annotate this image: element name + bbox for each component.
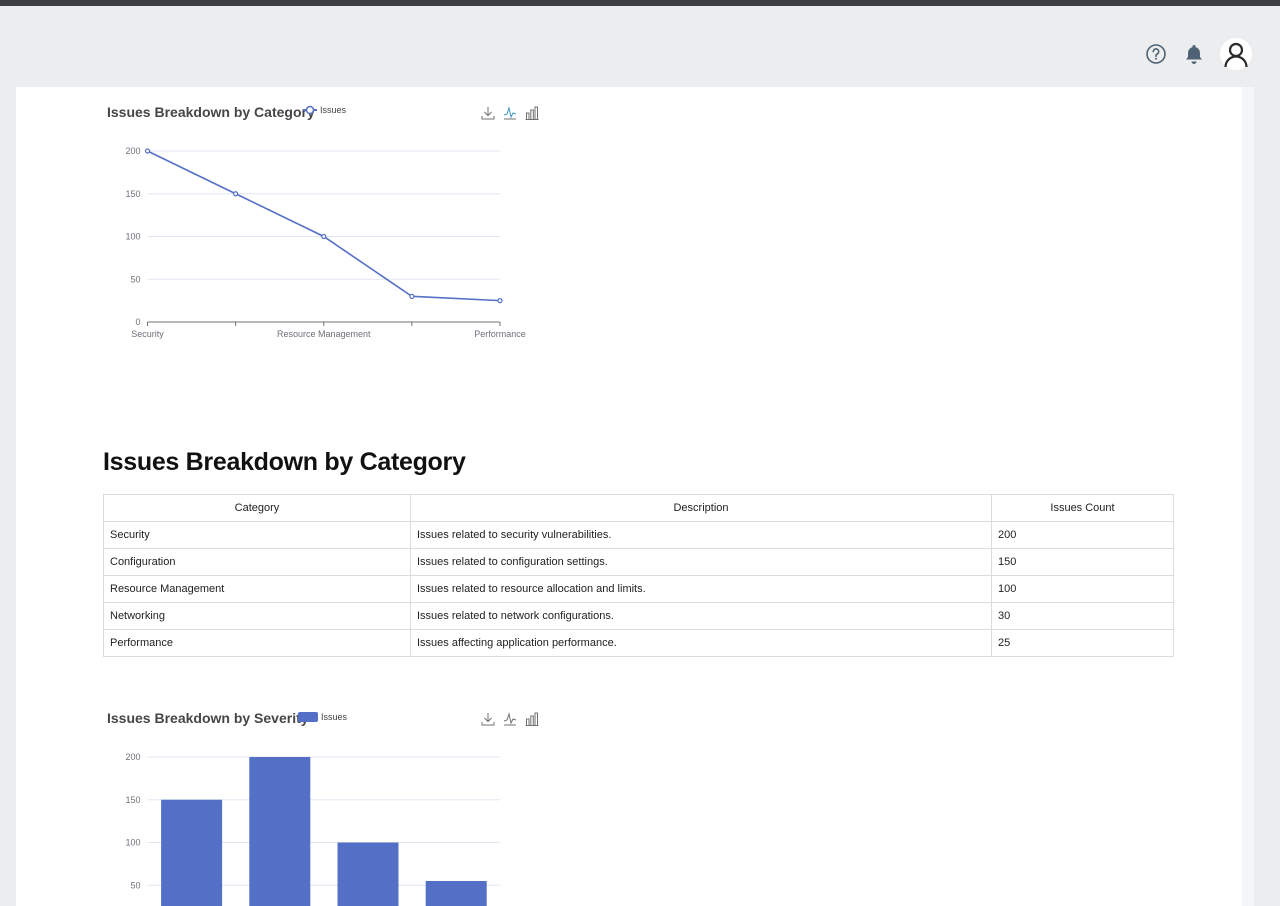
table-cell-description: Issues affecting application performance… (410, 629, 992, 657)
table-header-description[interactable]: Description (410, 494, 992, 522)
bar-chart-icon[interactable] (525, 106, 539, 120)
table-row: Networking Issues related to network con… (103, 602, 1174, 630)
table-row: Resource Management Issues related to re… (103, 575, 1174, 603)
table-cell-count: 30 (991, 602, 1174, 630)
table-row: Configuration Issues related to configur… (103, 548, 1174, 576)
legend-bar-icon (298, 712, 318, 722)
y-tick-label: 50 (130, 880, 140, 890)
y-tick-label: 150 (125, 189, 140, 199)
legend-label: Issues (321, 712, 348, 722)
table-cell-category: Performance (103, 629, 411, 657)
y-tick-label: 150 (125, 795, 140, 805)
x-tick-label: Security (131, 329, 164, 339)
chart-legend[interactable]: Issues (303, 105, 346, 115)
chart-title: Issues Breakdown by Category (107, 104, 315, 120)
top-bar (0, 0, 1280, 6)
table-cell-category: Networking (103, 602, 411, 630)
data-point (144, 148, 151, 154)
table-cell-category: Resource Management (103, 575, 411, 603)
data-point (321, 233, 327, 240)
x-tick-label: Resource Management (277, 329, 371, 339)
data-point (497, 298, 503, 304)
line-chart-icon[interactable] (503, 712, 517, 726)
bar-chart-icon[interactable] (525, 712, 539, 726)
line-chart-icon[interactable] (503, 106, 517, 120)
table-cell-count: 25 (991, 629, 1174, 657)
main-content: 0 50 100 150 200 Security Resource Management P… (16, 87, 1254, 906)
y-tick-label: 200 (125, 146, 140, 156)
y-tick-label: 100 (125, 838, 140, 848)
content-edge (1242, 87, 1254, 906)
table-row: Security Issues related to security vuln… (103, 521, 1174, 549)
bell-icon[interactable] (1182, 42, 1206, 66)
download-icon[interactable] (481, 106, 495, 120)
bar (337, 842, 399, 906)
y-tick-label: 50 (130, 274, 140, 284)
table-cell-description: Issues related to network configurations… (410, 602, 992, 630)
bar (161, 799, 223, 906)
user-icon[interactable] (1220, 38, 1252, 70)
chart-toolbox (481, 106, 539, 120)
section-title: Issues Breakdown by Category (103, 448, 466, 476)
table-cell-description: Issues related to resource allocation an… (410, 575, 992, 603)
y-tick-label: 100 (125, 232, 140, 242)
y-tick-label: 0 (135, 317, 140, 327)
chart-title: Issues Breakdown by Severity (107, 710, 309, 726)
help-circle-icon[interactable] (1144, 42, 1168, 66)
table-cell-count: 150 (991, 548, 1174, 576)
table-cell-count: 200 (991, 521, 1174, 549)
table-cell-description: Issues related to configuration settings… (410, 548, 992, 576)
table-row: Performance Issues affecting application… (103, 629, 1174, 657)
category-line-chart-svg: 0 50 100 150 200 Security Resource Management P… (125, 146, 526, 339)
legend-line-icon (303, 105, 317, 115)
data-point (233, 191, 239, 197)
table-header-row: Category Description Issues Count (103, 494, 1174, 522)
x-tick-label: Performance (474, 329, 526, 339)
bar (249, 757, 311, 906)
table-cell-category: Configuration (103, 548, 411, 576)
table-cell-count: 100 (991, 575, 1174, 603)
table-header-issues-count[interactable]: Issues Count (991, 494, 1174, 522)
header-actions (1144, 38, 1252, 70)
download-icon[interactable] (481, 712, 495, 726)
chart-legend[interactable]: Issues (298, 711, 347, 723)
table-cell-category: Security (103, 521, 411, 549)
y-tick-label: 200 (125, 752, 140, 762)
data-point (409, 293, 415, 299)
series-line (147, 150, 501, 302)
legend-label: Issues (320, 105, 347, 115)
category-line-chart: 0 50 100 150 200 Security Resource Management P… (100, 87, 540, 339)
table-header-category[interactable]: Category (103, 494, 411, 522)
chart-toolbox (481, 712, 539, 726)
table-cell-description: Issues related to security vulnerabiliti… (410, 521, 992, 549)
severity-bar-chart: 50 100 150 200 Issues Breakdown by Severity… (100, 693, 540, 906)
bar (425, 880, 487, 906)
issues-table: Category Description Issues Count Securi… (103, 494, 1174, 657)
